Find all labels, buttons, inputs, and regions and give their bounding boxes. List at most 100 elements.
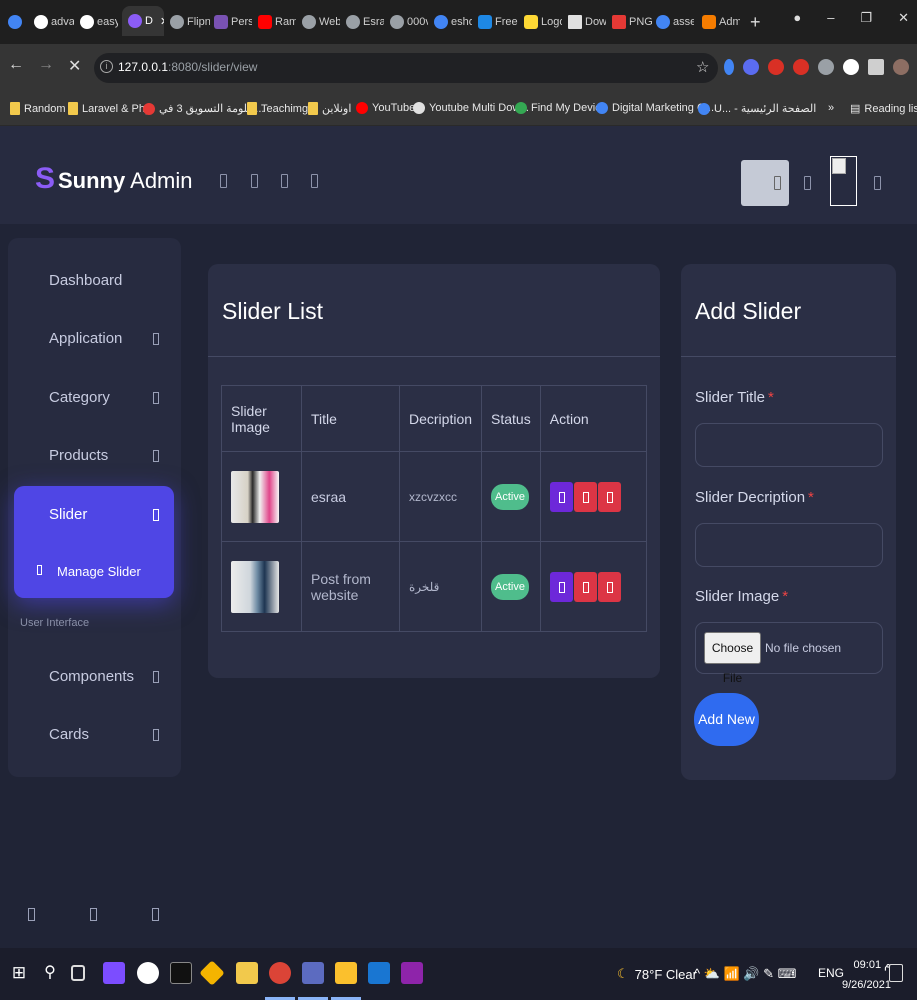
terminal-icon[interactable] — [170, 962, 192, 984]
tab-pinned[interactable] — [8, 8, 30, 36]
tab[interactable]: Flipn — [170, 8, 210, 36]
help-icon[interactable] — [90, 908, 97, 921]
media-app-icon[interactable] — [302, 962, 324, 984]
add-new-button[interactable]: Add New — [694, 693, 759, 746]
settings-icon[interactable] — [874, 176, 881, 190]
bookmark-item[interactable]: U... - الصفحة الرئيسية — [698, 102, 816, 115]
film-app-icon[interactable] — [335, 962, 357, 984]
extension-icon[interactable] — [743, 58, 759, 75]
tab[interactable]: Ram — [258, 8, 296, 36]
delete-button[interactable] — [597, 571, 621, 602]
language-indicator[interactable]: ENG — [818, 966, 844, 980]
extension-icon[interactable] — [818, 58, 834, 75]
globe-icon — [390, 15, 404, 29]
tab[interactable]: Logo — [524, 8, 562, 36]
profile-indicator-icon[interactable]: ● — [793, 10, 801, 26]
tab[interactable]: Dow — [568, 8, 606, 36]
forward-button[interactable]: → — [38, 56, 54, 76]
card-title: Add Slider — [695, 298, 802, 324]
tab-active[interactable]: D✕ — [122, 6, 164, 36]
toggle-button[interactable] — [573, 571, 597, 602]
winrar-icon[interactable] — [401, 962, 423, 984]
close-window-button[interactable]: ✕ — [898, 10, 909, 26]
clock[interactable]: 09:01 م 9/26/2021 — [842, 955, 891, 995]
file-explorer-icon[interactable] — [236, 962, 258, 984]
bookmark-item[interactable]: اونلاين — [308, 102, 351, 115]
bookmark-item[interactable]: Digital Marketing C... — [596, 102, 714, 114]
sidebar-item-dashboard[interactable]: Dashboard — [49, 272, 122, 289]
logout-icon[interactable] — [152, 908, 159, 921]
notification-icon[interactable] — [804, 176, 811, 190]
photos-icon[interactable] — [368, 962, 390, 984]
sidebar-item-components[interactable]: Components — [49, 668, 134, 685]
menu-toggle-icon[interactable] — [220, 174, 227, 188]
tab[interactable]: esho — [434, 8, 472, 36]
slider-thumbnail — [231, 470, 279, 523]
github-desktop-icon[interactable] — [137, 962, 159, 984]
sidebar-item-manage-slider[interactable]: Manage Slider — [57, 564, 141, 579]
search-icon[interactable]: ⚲ — [39, 962, 61, 984]
messages-icon[interactable] — [311, 174, 318, 188]
bookmark-item[interactable]: YouTube — [356, 102, 415, 114]
weather-widget[interactable]: ☾ 78°F Clear — [617, 966, 697, 982]
bookmark-item[interactable]: Random — [10, 102, 66, 115]
settings-icon[interactable] — [28, 908, 35, 921]
sidebar-item-slider[interactable]: Slider — [49, 506, 87, 523]
sidebar-item-products[interactable]: Products — [49, 447, 108, 464]
brand-name[interactable]: Sunny Admin — [58, 168, 193, 194]
tab[interactable]: Pers — [214, 8, 252, 36]
adblock-icon[interactable] — [793, 58, 809, 75]
maps-extension-icon[interactable] — [724, 58, 734, 75]
extension-icon[interactable] — [843, 58, 859, 75]
back-button[interactable]: ← — [8, 56, 24, 76]
site-info-icon[interactable]: i — [100, 60, 113, 73]
delete-button[interactable] — [597, 481, 621, 512]
maximize-button[interactable]: ❐ — [860, 10, 872, 26]
more-bookmarks-button[interactable]: » — [828, 102, 834, 114]
apps-icon[interactable] — [281, 174, 288, 188]
tab[interactable]: adva — [34, 8, 74, 36]
bookmark-item[interactable]: Find My Device — [515, 102, 607, 114]
tab[interactable]: Adm — [702, 8, 740, 36]
puzzle-icon[interactable] — [868, 58, 884, 75]
sidebar-item-application[interactable]: Application — [49, 330, 122, 347]
new-tab-button[interactable]: + — [750, 8, 766, 36]
toggle-button[interactable] — [573, 481, 597, 512]
edit-button[interactable] — [549, 481, 573, 512]
tab[interactable]: Free — [478, 8, 518, 36]
user-avatar[interactable] — [830, 156, 857, 206]
bookmark-item[interactable]: Laravel & Php — [68, 102, 151, 115]
extension-icon[interactable] — [768, 58, 784, 75]
bookmark-star-icon[interactable]: ☆ — [696, 58, 709, 76]
sidebar-item-cards[interactable]: Cards — [49, 726, 89, 743]
sidebar-item-category[interactable]: Category — [49, 389, 110, 406]
tab[interactable]: PNG — [612, 8, 652, 36]
windows-start-icon[interactable]: ⊞ — [8, 962, 30, 984]
notifications-icon[interactable] — [889, 964, 903, 982]
file-status-text: No file chosen — [765, 641, 842, 655]
url-text[interactable]: 127.0.0.1:8080/slider/view — [118, 60, 257, 74]
choose-file-button[interactable]: Choose File — [704, 632, 761, 685]
profile-avatar[interactable] — [893, 58, 909, 75]
fullscreen-icon[interactable] — [251, 174, 258, 188]
minimize-button[interactable]: – — [827, 10, 834, 26]
close-tab-icon[interactable]: ✕ — [160, 15, 164, 28]
chrome-icon[interactable] — [269, 962, 291, 984]
slider-title-input[interactable] — [695, 423, 883, 467]
stop-button[interactable]: ✕ — [68, 56, 81, 76]
bookmark-item[interactable]: Teachimg — [247, 102, 308, 115]
tab[interactable]: 000v — [390, 8, 428, 36]
task-view-icon[interactable] — [71, 965, 85, 981]
tab[interactable]: easy — [80, 8, 118, 36]
edit-button[interactable] — [549, 571, 573, 602]
visual-studio-icon[interactable] — [103, 962, 125, 984]
reading-list-button[interactable]: ▤ Reading list — [850, 102, 917, 116]
tab[interactable]: Web — [302, 8, 340, 36]
search-button[interactable] — [741, 160, 789, 206]
system-tray-icons[interactable]: ^ ⛅ 📶 🔊 ✎ ⌨ — [694, 966, 796, 982]
tab[interactable]: asse — [656, 8, 694, 36]
logo-icon[interactable]: S — [35, 162, 55, 196]
tab[interactable]: Esra — [346, 8, 384, 36]
bookmark-item[interactable]: Youtube Multi Dow... — [413, 102, 529, 114]
slider-description-input[interactable] — [695, 523, 883, 567]
